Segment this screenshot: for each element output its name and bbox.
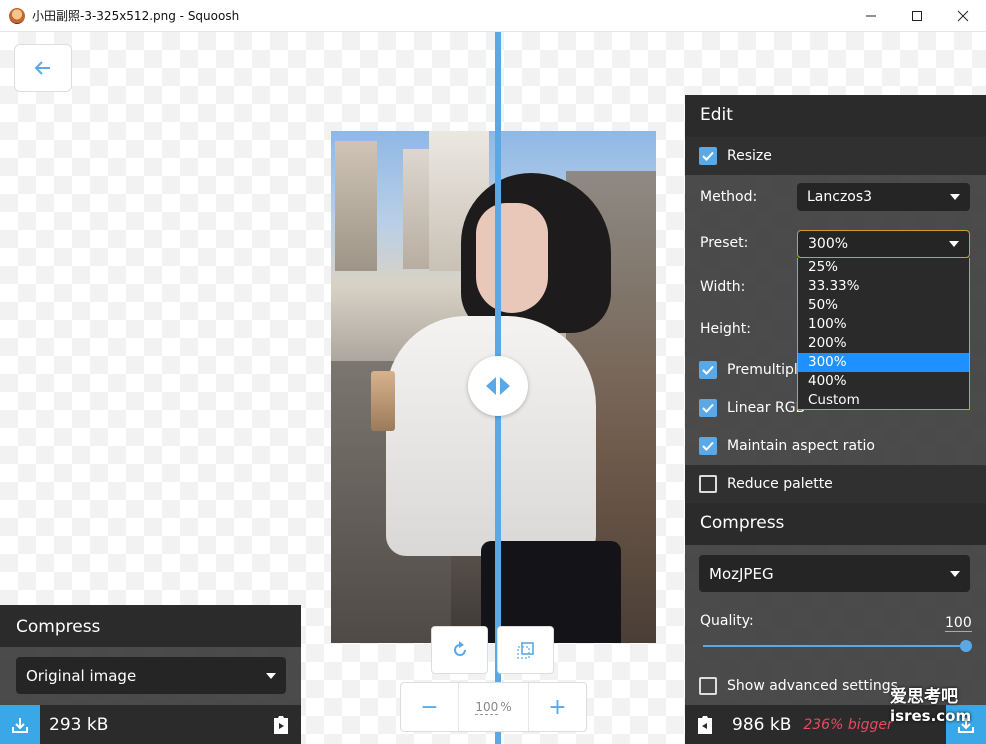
unchecked-box-icon	[699, 677, 717, 695]
preset-option[interactable]: 200%	[798, 334, 969, 353]
height-label: Height:	[700, 321, 751, 337]
resize-toggle[interactable]: Resize	[685, 137, 986, 175]
preset-label: Preset:	[700, 235, 749, 251]
left-footer: 293 kB	[0, 705, 301, 744]
quality-slider-handle[interactable]	[960, 640, 972, 652]
check-icon	[699, 361, 717, 379]
split-arrows-icon	[486, 377, 510, 395]
width-label: Width:	[700, 279, 746, 295]
compress-header: Compress	[685, 503, 986, 545]
check-icon	[699, 437, 717, 455]
zoom-unit: %	[500, 700, 512, 714]
maximize-icon	[912, 11, 922, 21]
window-titlebar: 小田副照-3-325x512.png - Squoosh	[0, 0, 986, 32]
close-button[interactable]	[940, 0, 986, 32]
back-button[interactable]	[14, 44, 72, 92]
chevron-down-icon	[950, 194, 960, 200]
copy-settings-icon[interactable]	[695, 714, 715, 736]
quality-value[interactable]: 100	[945, 615, 972, 632]
window-title: 小田副照-3-325x512.png - Squoosh	[32, 9, 240, 23]
unchecked-box-icon	[699, 475, 717, 493]
method-select[interactable]: Lanczos3	[797, 183, 970, 211]
watermark-line2: isres.com	[890, 707, 972, 725]
codec-value: MozJPEG	[709, 564, 774, 583]
zoom-value[interactable]: 100 %	[458, 683, 529, 731]
preset-option[interactable]: 25%	[798, 258, 969, 277]
preset-dropdown-list: 25% 33.33% 50% 100% 200% 300% 400% Custo…	[797, 258, 970, 410]
copy-settings-icon[interactable]	[271, 714, 291, 736]
app-icon	[9, 7, 25, 24]
compare-button[interactable]	[497, 626, 554, 674]
zoom-number: 100	[475, 699, 499, 715]
maintain-aspect-label: Maintain aspect ratio	[727, 438, 875, 454]
preset-value: 300%	[808, 236, 849, 252]
preset-option[interactable]: 50%	[798, 296, 969, 315]
reduce-palette-toggle[interactable]: Reduce palette	[685, 465, 986, 503]
zoom-out-button[interactable]: −	[401, 683, 458, 731]
quality-slider-track[interactable]	[703, 645, 966, 647]
left-codec-value: Original image	[26, 666, 137, 685]
preset-option-selected[interactable]: 300%	[798, 353, 969, 372]
maintain-aspect-toggle[interactable]: Maintain aspect ratio	[685, 427, 986, 465]
preset-option[interactable]: 400%	[798, 372, 969, 391]
close-icon	[957, 10, 969, 22]
zoom-in-button[interactable]: +	[529, 683, 586, 731]
preset-option[interactable]: Custom	[798, 391, 969, 410]
chevron-down-icon	[950, 570, 960, 577]
preset-select[interactable]: 300%	[797, 230, 970, 258]
maximize-button[interactable]	[894, 0, 940, 32]
reduce-palette-label: Reduce palette	[727, 476, 833, 492]
minimize-button[interactable]	[848, 0, 894, 32]
premultiply-label: Premultipl	[727, 362, 798, 378]
method-label: Method:	[700, 189, 758, 205]
quality-label: Quality:	[700, 613, 754, 629]
arrow-left-icon	[34, 61, 50, 75]
chevron-down-icon	[949, 241, 959, 247]
method-value: Lanczos3	[807, 189, 873, 205]
advanced-settings-label: Show advanced settings	[727, 678, 898, 694]
chevron-down-icon	[266, 672, 276, 679]
zoom-control: − 100 % +	[400, 682, 587, 732]
rotate-button[interactable]	[431, 626, 488, 674]
compare-icon	[516, 642, 534, 659]
minimize-icon	[866, 15, 876, 17]
check-icon	[699, 399, 717, 417]
preset-option[interactable]: 100%	[798, 315, 969, 334]
linear-rgb-label: Linear RGB	[727, 400, 806, 416]
preset-option[interactable]: 33.33%	[798, 277, 969, 296]
left-codec-select[interactable]: Original image	[16, 657, 286, 694]
watermark-line1: 爱思考吧	[890, 687, 958, 707]
resize-label: Resize	[727, 148, 772, 164]
size-delta: 236% bigger	[803, 716, 893, 733]
left-compress-header: Compress	[0, 605, 301, 647]
codec-select[interactable]: MozJPEG	[699, 555, 970, 592]
rotate-icon	[453, 641, 466, 656]
left-compress-body: Original image	[0, 647, 301, 705]
left-download-button[interactable]	[0, 705, 40, 744]
check-icon	[699, 147, 717, 165]
edit-header: Edit	[685, 95, 986, 137]
right-file-size: 986 kB	[732, 714, 792, 735]
left-file-size: 293 kB	[49, 714, 109, 735]
watermark: 爱思考吧 isres.com	[890, 688, 971, 726]
download-icon	[12, 717, 28, 733]
divider-handle[interactable]	[468, 356, 528, 416]
